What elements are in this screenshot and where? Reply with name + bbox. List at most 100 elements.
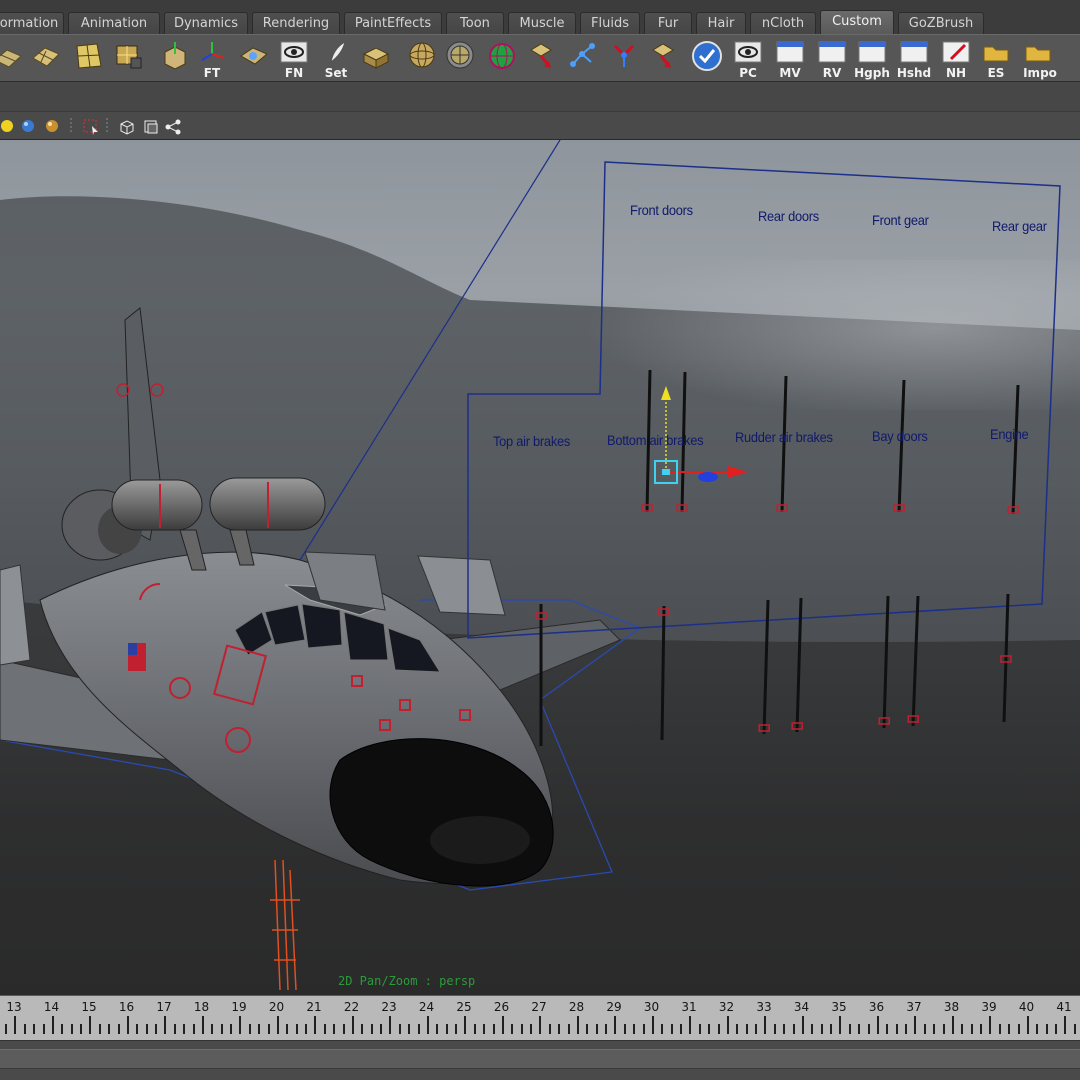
slider-bottom-air-brakes[interactable] [660,605,666,741]
mv-button[interactable]: MV [772,38,808,80]
nurbs-plane-icon [0,49,22,68]
tab-ncloth[interactable]: nCloth [750,12,816,34]
check-button[interactable] [688,38,724,80]
rv-button[interactable]: RV [814,38,850,80]
mv-label: MV [779,66,801,80]
tab-painteffects[interactable]: PaintEffects [344,12,442,34]
timeline-frame-label: 39 [981,1000,997,1014]
arrow-down-button[interactable] [524,38,560,80]
timeline-tick [61,1024,64,1034]
fn-button[interactable]: FN [276,38,312,80]
tab-fluids[interactable]: Fluids [580,12,640,34]
sphere-mesh-button[interactable] [404,38,440,80]
timeline-frame-label: 22 [343,1000,360,1014]
arrow-down-red-button[interactable] [646,38,682,80]
timeline-tick [951,1016,954,1034]
cube-move-button[interactable] [156,38,192,80]
timeline-tick [1008,1024,1011,1034]
sphere-gold-icon[interactable] [44,118,60,134]
timeline-tick [342,1024,345,1034]
separator-icon [70,118,72,134]
lattice-icon [116,45,142,69]
box-folder-button[interactable] [358,38,394,80]
uv-grid-button[interactable] [70,38,106,80]
label-rear-gear: Rear gear [992,218,1047,234]
globe-button[interactable] [484,38,520,80]
timeline-tick [370,1024,373,1034]
tab-rendering[interactable]: Rendering [252,12,340,34]
tab-animation-partial[interactable]: ormation [0,12,64,34]
perspective-viewport[interactable]: Front doors Rear doors Front gear Rear g… [0,140,1080,995]
grid-sphere-button[interactable] [442,38,478,80]
timeline-tick [14,1016,17,1034]
separator-icon [106,118,108,134]
isolate-icon[interactable] [142,118,160,136]
joint-icon [570,43,595,67]
timeline-frame-label: 38 [943,1000,960,1014]
shelf-toolbar: FT FN Set PC MV RV Hgph Hshd NH ES Impo [0,34,1080,82]
timeline-tick [98,1024,101,1034]
timeline-tick [117,1024,120,1034]
hgph-label: Hgph [854,66,890,80]
timeline-frame-label: 37 [906,1000,922,1014]
timeline-tick [1064,1016,1067,1034]
timeline-tick [80,1024,82,1034]
tab-muscle[interactable]: Muscle [508,12,576,34]
sphere-blue-icon[interactable] [20,118,36,134]
es-button[interactable]: ES [978,38,1014,80]
panel-icon [900,41,928,63]
freeze-transform-button[interactable]: FT [194,38,230,80]
import-button[interactable]: Impo [1020,38,1060,80]
timeline-tick [230,1024,232,1034]
timeline-frame-label: 20 [268,1000,285,1014]
pc-button[interactable]: PC [730,38,766,80]
timeline-tick [942,1024,945,1034]
set-button[interactable]: Set [318,38,354,80]
nh-button[interactable]: NH [938,38,974,80]
es-label: ES [987,66,1005,80]
timeline-tick [5,1024,7,1034]
poly-plane-button[interactable] [28,38,64,80]
tab-dynamics[interactable]: Dynamics [164,12,248,34]
range-slider-track[interactable] [0,1049,1080,1069]
freeze-transform-icon [201,42,225,61]
label-top-air-brakes: Top air brakes [493,433,571,449]
wireframe-cube-icon[interactable] [118,118,136,136]
timeline-tick [998,1024,1001,1034]
timeline-tick [89,1016,92,1034]
tab-hair[interactable]: Hair [696,12,746,34]
tab-fur[interactable]: Fur [644,12,692,34]
select-region-icon[interactable] [82,118,100,136]
range-slider[interactable] [0,1040,1080,1080]
timeline-tick [736,1024,739,1034]
folder-icon [983,46,1009,62]
eye-icon [280,41,308,63]
timeline-frame-label: 24 [418,1000,435,1014]
timeline-tick [670,1024,673,1034]
component-button[interactable] [236,38,272,80]
cloud-haze [500,260,1080,410]
lattice-button[interactable] [110,38,146,80]
joint-button[interactable] [564,38,600,80]
hshd-button[interactable]: Hshd [896,38,932,80]
timeline-frame-label: 40 [1018,1000,1035,1014]
timeline-frame-label: 33 [756,1000,772,1014]
label-engine: Engine [990,426,1029,442]
timeline-frame-label: 13 [6,1000,22,1014]
timeline-tick [661,1024,664,1034]
timeline-frame-label: 26 [493,1000,510,1014]
timeline-tick [698,1024,701,1034]
ik-handle-button[interactable] [606,38,642,80]
timeline-tick [389,1016,392,1034]
timeline-tick [830,1024,832,1034]
time-slider[interactable]: 13 14 15 16 17 18 19 20 21 22 23 24 25 26 27 28 29 30 31 32… [0,995,1080,1040]
hgph-button[interactable]: Hgph [854,38,890,80]
tab-custom[interactable]: Custom [820,10,894,34]
nurbs-plane-button[interactable] [0,38,26,80]
tab-animation[interactable]: Animation [68,12,160,34]
light-yellow-icon[interactable] [0,118,16,134]
tab-gozbrush[interactable]: GoZBrush [898,12,984,34]
tab-toon[interactable]: Toon [446,12,504,34]
timeline-frame-label: 41 [1056,1000,1072,1014]
share-nodes-icon[interactable] [164,118,182,136]
